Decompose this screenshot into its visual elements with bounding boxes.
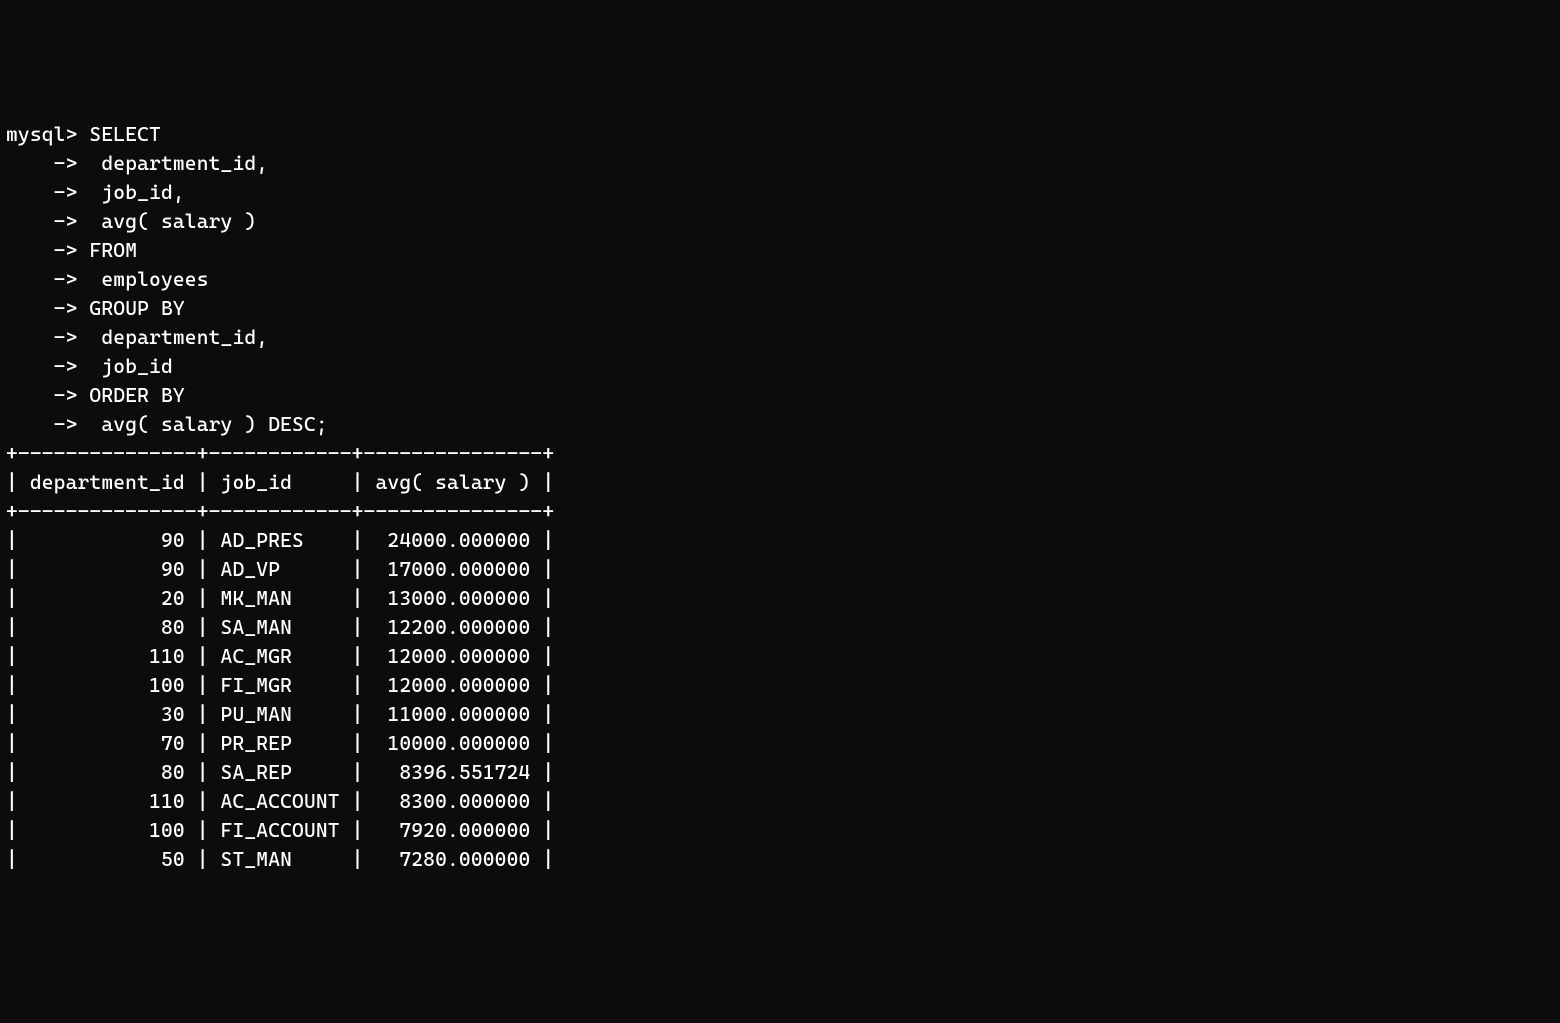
query-line-7: department_id, bbox=[78, 325, 269, 349]
table-header: | department_id | job_id | avg( salary )… bbox=[6, 470, 554, 494]
query-line-4: FROM bbox=[78, 238, 138, 262]
query-line-6: GROUP BY bbox=[78, 296, 185, 320]
prompt-cont: -> bbox=[6, 180, 78, 204]
table-border-mid: +---------------+------------+----------… bbox=[6, 499, 554, 523]
prompt-cont: -> bbox=[6, 209, 78, 233]
prompt-cont: -> bbox=[6, 325, 78, 349]
prompt-cont: -> bbox=[6, 296, 78, 320]
query-line-10: avg( salary ) DESC; bbox=[78, 412, 328, 436]
table-rows-container: | 90 | AD_PRES | 24000.000000 | | 90 | A… bbox=[6, 528, 554, 871]
prompt-cont: -> bbox=[6, 354, 78, 378]
prompt-cont: -> bbox=[6, 238, 78, 262]
query-line-0: SELECT bbox=[78, 122, 161, 146]
prompt-cont: -> bbox=[6, 267, 78, 291]
prompt-main: mysql> bbox=[6, 122, 78, 146]
query-line-2: job_id, bbox=[78, 180, 185, 204]
query-line-8: job_id bbox=[78, 354, 173, 378]
query-line-3: avg( salary ) bbox=[78, 209, 257, 233]
query-line-9: ORDER BY bbox=[78, 383, 185, 407]
terminal-output: mysql> SELECT -> department_id, -> job_i… bbox=[6, 120, 1554, 874]
table-border-top: +---------------+------------+----------… bbox=[6, 441, 554, 465]
prompt-cont: -> bbox=[6, 151, 78, 175]
prompt-cont: -> bbox=[6, 412, 78, 436]
prompt-cont: -> bbox=[6, 383, 78, 407]
query-line-1: department_id, bbox=[78, 151, 269, 175]
query-line-5: employees bbox=[78, 267, 209, 291]
